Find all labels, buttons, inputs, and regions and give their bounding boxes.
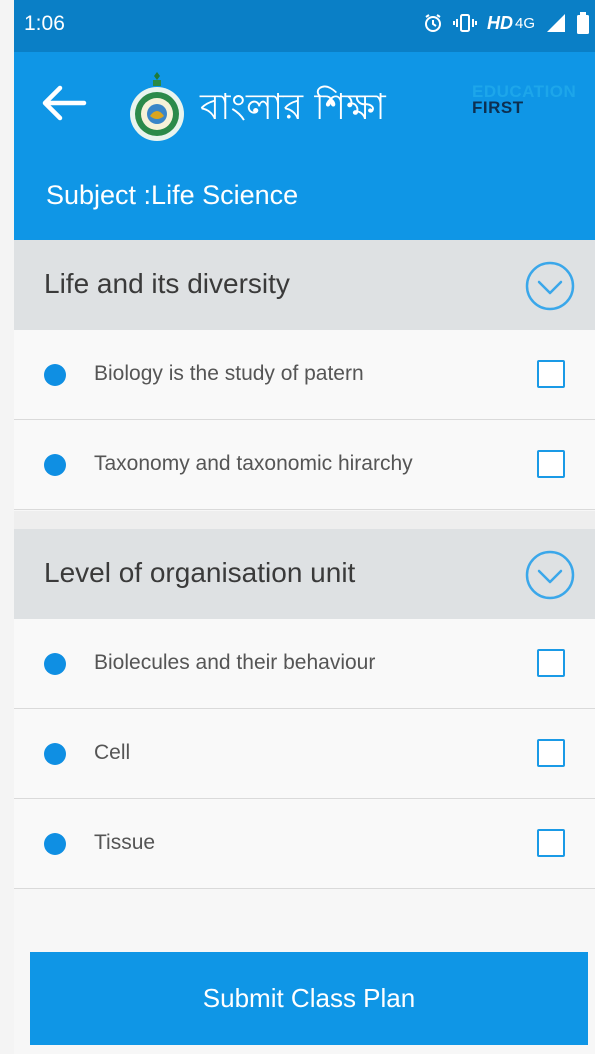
topic-checkbox[interactable]	[537, 450, 565, 478]
list-item: Tissue	[14, 799, 595, 889]
topic-label: Biolecules and their behaviour	[94, 651, 376, 674]
list-item: Cell	[14, 709, 595, 799]
bullet-icon	[44, 743, 66, 765]
bullet-icon	[44, 364, 66, 386]
alarm-icon	[424, 14, 441, 32]
topic-label: Cell	[94, 741, 131, 764]
chevron-down-icon[interactable]	[524, 260, 576, 312]
bullet-icon	[44, 653, 66, 675]
app-screen: 1:06 HD 4G বাংলার শিক্ষা EDUCATION FIRST…	[14, 0, 595, 1054]
bullet-icon	[44, 833, 66, 855]
battery-icon	[577, 12, 589, 34]
brand-bottom: FIRST	[472, 98, 524, 117]
topic-label: Biology is the study of patern	[94, 362, 364, 385]
list-item: Biolecules and their behaviour	[14, 619, 595, 709]
signal-icon	[547, 14, 565, 32]
list-item: Taxonomy and taxonomic hirarchy	[14, 420, 595, 510]
state-emblem-logo	[130, 72, 184, 141]
bullet-icon	[44, 454, 66, 476]
status-time: 1:06	[24, 12, 65, 35]
section-title: Level of organisation unit	[44, 557, 356, 588]
section-header-organisation-unit[interactable]: Level of organisation unit	[14, 529, 595, 619]
network-hd-label: HD	[486, 12, 513, 33]
app-title: বাংলার শিক্ষা	[200, 87, 386, 128]
chevron-down-icon[interactable]	[524, 549, 576, 601]
status-bar: 1:06 HD 4G	[14, 0, 595, 52]
subject-label: Subject :Life Science	[46, 180, 299, 210]
topic-checkbox[interactable]	[537, 829, 565, 857]
vibrate-icon	[452, 14, 477, 32]
topic-checkbox[interactable]	[537, 649, 565, 677]
submit-class-plan-button[interactable]: Submit Class Plan	[30, 952, 588, 1045]
topic-checkbox[interactable]	[537, 739, 565, 767]
section-divider	[14, 511, 595, 529]
section-header-life-diversity[interactable]: Life and its diversity	[14, 240, 595, 330]
back-button[interactable]	[36, 78, 92, 128]
back-arrow-icon	[42, 85, 87, 121]
network-type-label: 4G	[514, 14, 535, 32]
education-first-brand: EDUCATION FIRST	[472, 83, 576, 117]
topic-checkbox[interactable]	[537, 360, 565, 388]
status-icons: HD 4G	[423, 12, 589, 34]
topic-label: Tissue	[94, 831, 156, 854]
section-title: Life and its diversity	[44, 268, 290, 299]
app-header: বাংলার শিক্ষা EDUCATION FIRST Subject :L…	[14, 52, 595, 240]
topic-label: Taxonomy and taxonomic hirarchy	[94, 452, 413, 475]
list-item: Biology is the study of patern	[14, 330, 595, 420]
